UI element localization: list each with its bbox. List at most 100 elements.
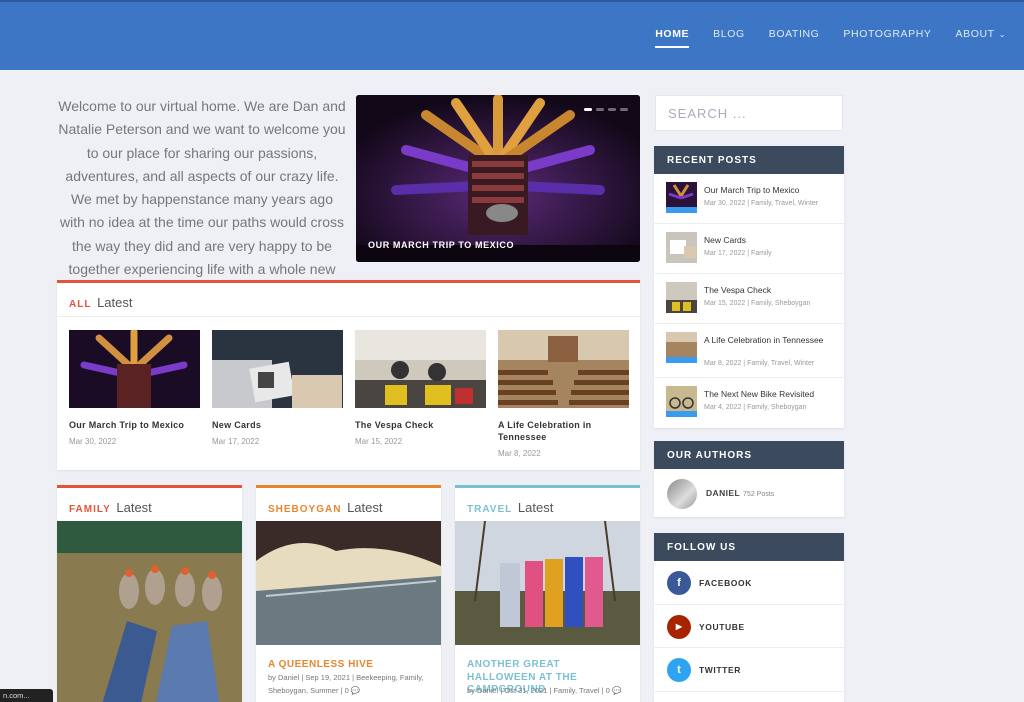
nav-home[interactable]: HOME [655, 28, 690, 48]
slider-dots [584, 108, 628, 111]
post-meta: Mar 17, 2022 | Family [704, 250, 772, 257]
main-nav: HOME BLOG BOATING PHOTOGRAPHY ABOUT ⌄ [655, 28, 1006, 48]
box-suffix: Latest [97, 295, 133, 310]
box-suffix: Latest [347, 500, 383, 515]
post-thumbnail[interactable] [498, 330, 629, 408]
box-heading: FAMILY Latest [57, 488, 242, 521]
widget-heading: RECENT POSTS [654, 146, 844, 174]
slider-dot[interactable] [620, 108, 628, 111]
hero-slider[interactable]: OUR MARCH TRIP TO MEXICO [356, 95, 640, 262]
hero-caption[interactable]: OUR MARCH TRIP TO MEXICO [368, 240, 514, 250]
recent-post-item[interactable]: The Vespa Check Mar 15, 2022 | Family, S… [654, 274, 844, 324]
post-date: Mar 8, 2022 [498, 449, 541, 458]
slider-dot[interactable] [608, 108, 616, 111]
post-thumbnail[interactable] [355, 330, 486, 408]
avatar[interactable] [667, 479, 697, 509]
chevron-down-icon: ⌄ [998, 30, 1006, 39]
post-title[interactable]: A Life Celebration in Tennessee [704, 335, 834, 346]
post-meta: Mar 4, 2022 | Family, Sheboygan [704, 404, 807, 411]
nav-blog[interactable]: BLOG [713, 28, 745, 48]
post-image[interactable] [57, 521, 242, 702]
recent-post-item[interactable]: New Cards Mar 17, 2022 | Family [654, 224, 844, 274]
box-heading: TRAVEL Latest [455, 488, 640, 521]
box-heading: ALL Latest [57, 283, 640, 317]
box-suffix: Latest [116, 500, 152, 515]
latest-item[interactable]: New Cards Mar 17, 2022 [212, 330, 343, 458]
welcome-text: Welcome to our virtual home. We are Dan … [58, 98, 346, 300]
author-item[interactable]: DANIEL 752 Posts [654, 469, 844, 517]
post-meta: Mar 30, 2022 | Family, Travel, Winter [704, 200, 819, 207]
post-title[interactable]: The Next New Bike Revisited [704, 389, 834, 400]
box-category[interactable]: SHEBOYGAN [268, 504, 341, 515]
social-label[interactable]: FACEBOOK [699, 578, 752, 588]
author-name[interactable]: DANIEL [706, 488, 740, 498]
social-label[interactable]: TWITTER [699, 665, 741, 675]
social-link-facebook[interactable]: f FACEBOOK [654, 561, 844, 605]
post-title[interactable]: A Life Celebration in Tennessee [498, 419, 629, 443]
latest-item[interactable]: The Vespa Check Mar 15, 2022 [355, 330, 486, 458]
author-post-count: 752 Posts [743, 491, 775, 498]
recent-posts-widget: RECENT POSTS Our March Trip to Mexico Ma… [654, 146, 844, 428]
post-thumbnail[interactable] [69, 330, 200, 408]
follow-widget: FOLLOW US f FACEBOOK ▶ YOUTUBE t TWITTER [654, 533, 844, 702]
post-title[interactable]: The Vespa Check [355, 419, 486, 431]
hero-image [356, 95, 640, 262]
recent-post-item[interactable]: The Next New Bike Revisited Mar 4, 2022 … [654, 378, 844, 428]
recent-post-item[interactable]: A Life Celebration in Tennessee Mar 8, 2… [654, 324, 844, 378]
latest-item[interactable]: Our March Trip to Mexico Mar 30, 2022 [69, 330, 200, 458]
nav-photography[interactable]: PHOTOGRAPHY [843, 28, 931, 48]
post-title[interactable]: The Vespa Check [704, 285, 834, 296]
social-label[interactable]: YOUTUBE [699, 622, 745, 632]
post-thumbnail[interactable] [666, 232, 697, 263]
box-category[interactable]: ALL [69, 299, 91, 310]
post-thumbnail[interactable] [666, 182, 697, 213]
twitter-icon[interactable]: t [667, 658, 691, 682]
box-category[interactable]: FAMILY [69, 504, 111, 515]
social-link-youtube[interactable]: ▶ YOUTUBE [654, 605, 844, 648]
recent-post-item[interactable]: Our March Trip to Mexico Mar 30, 2022 | … [654, 174, 844, 224]
post-meta: by Daniel | Oct 31, 2021 | Family, Trave… [467, 685, 637, 698]
family-latest-box: FAMILY Latest [57, 485, 242, 702]
search-input[interactable] [668, 96, 830, 130]
latest-item[interactable]: A Life Celebration in Tennessee Mar 8, 2… [498, 330, 629, 458]
post-meta-text: by Daniel | Sep 19, 2021 | Beekeeping, F… [268, 673, 424, 695]
facebook-icon[interactable]: f [667, 571, 691, 595]
youtube-icon[interactable]: ▶ [667, 614, 691, 639]
nav-about-label: ABOUT [955, 28, 995, 40]
post-title[interactable]: A QUEENLESS HIVE [268, 659, 433, 672]
browser-status-url: n.com... [0, 689, 53, 702]
post-meta: Mar 15, 2022 | Family, Sheboygan [704, 300, 811, 307]
box-suffix: Latest [517, 500, 554, 515]
post-title[interactable]: New Cards [212, 419, 343, 431]
nav-boating[interactable]: BOATING [769, 28, 820, 48]
authors-widget: OUR AUTHORS DANIEL 752 Posts [654, 441, 844, 517]
all-latest-box: ALL Latest Our March Trip to Mexico Mar … [57, 280, 640, 470]
slider-dot[interactable] [584, 108, 592, 111]
post-thumbnail[interactable] [666, 332, 697, 363]
post-meta-text: by Daniel | Oct 31, 2021 | Family, Trave… [467, 686, 610, 695]
travel-latest-box: TRAVEL Latest ANOTHER GREAT HALLOWEEN AT… [455, 485, 640, 702]
post-image[interactable] [455, 521, 640, 645]
post-image[interactable] [256, 521, 441, 645]
comment-icon: 💬 [350, 685, 361, 695]
box-category[interactable]: TRAVEL [467, 504, 512, 515]
widget-heading: FOLLOW US [654, 533, 844, 561]
search-box [655, 95, 843, 131]
nav-about[interactable]: ABOUT ⌄ [956, 28, 1006, 48]
post-thumbnail[interactable] [666, 386, 697, 417]
post-title[interactable]: Our March Trip to Mexico [704, 185, 834, 196]
post-title[interactable]: New Cards [704, 235, 834, 246]
post-thumbnail[interactable] [212, 330, 343, 408]
comment-icon: 💬 [611, 686, 622, 695]
slider-dot[interactable] [596, 108, 604, 111]
post-thumbnail[interactable] [666, 282, 697, 313]
post-meta: by Daniel | Sep 19, 2021 | Beekeeping, F… [268, 672, 438, 697]
sheboygan-latest-box: SHEBOYGAN Latest A QUEENLESS HIVE by Dan… [256, 485, 441, 702]
box-heading: SHEBOYGAN Latest [256, 488, 441, 521]
post-date: Mar 30, 2022 [69, 437, 117, 446]
widget-heading: OUR AUTHORS [654, 441, 844, 469]
post-date: Mar 15, 2022 [355, 437, 403, 446]
social-link-twitter[interactable]: t TWITTER [654, 648, 844, 692]
post-title[interactable]: Our March Trip to Mexico [69, 419, 200, 431]
post-date: Mar 17, 2022 [212, 437, 260, 446]
